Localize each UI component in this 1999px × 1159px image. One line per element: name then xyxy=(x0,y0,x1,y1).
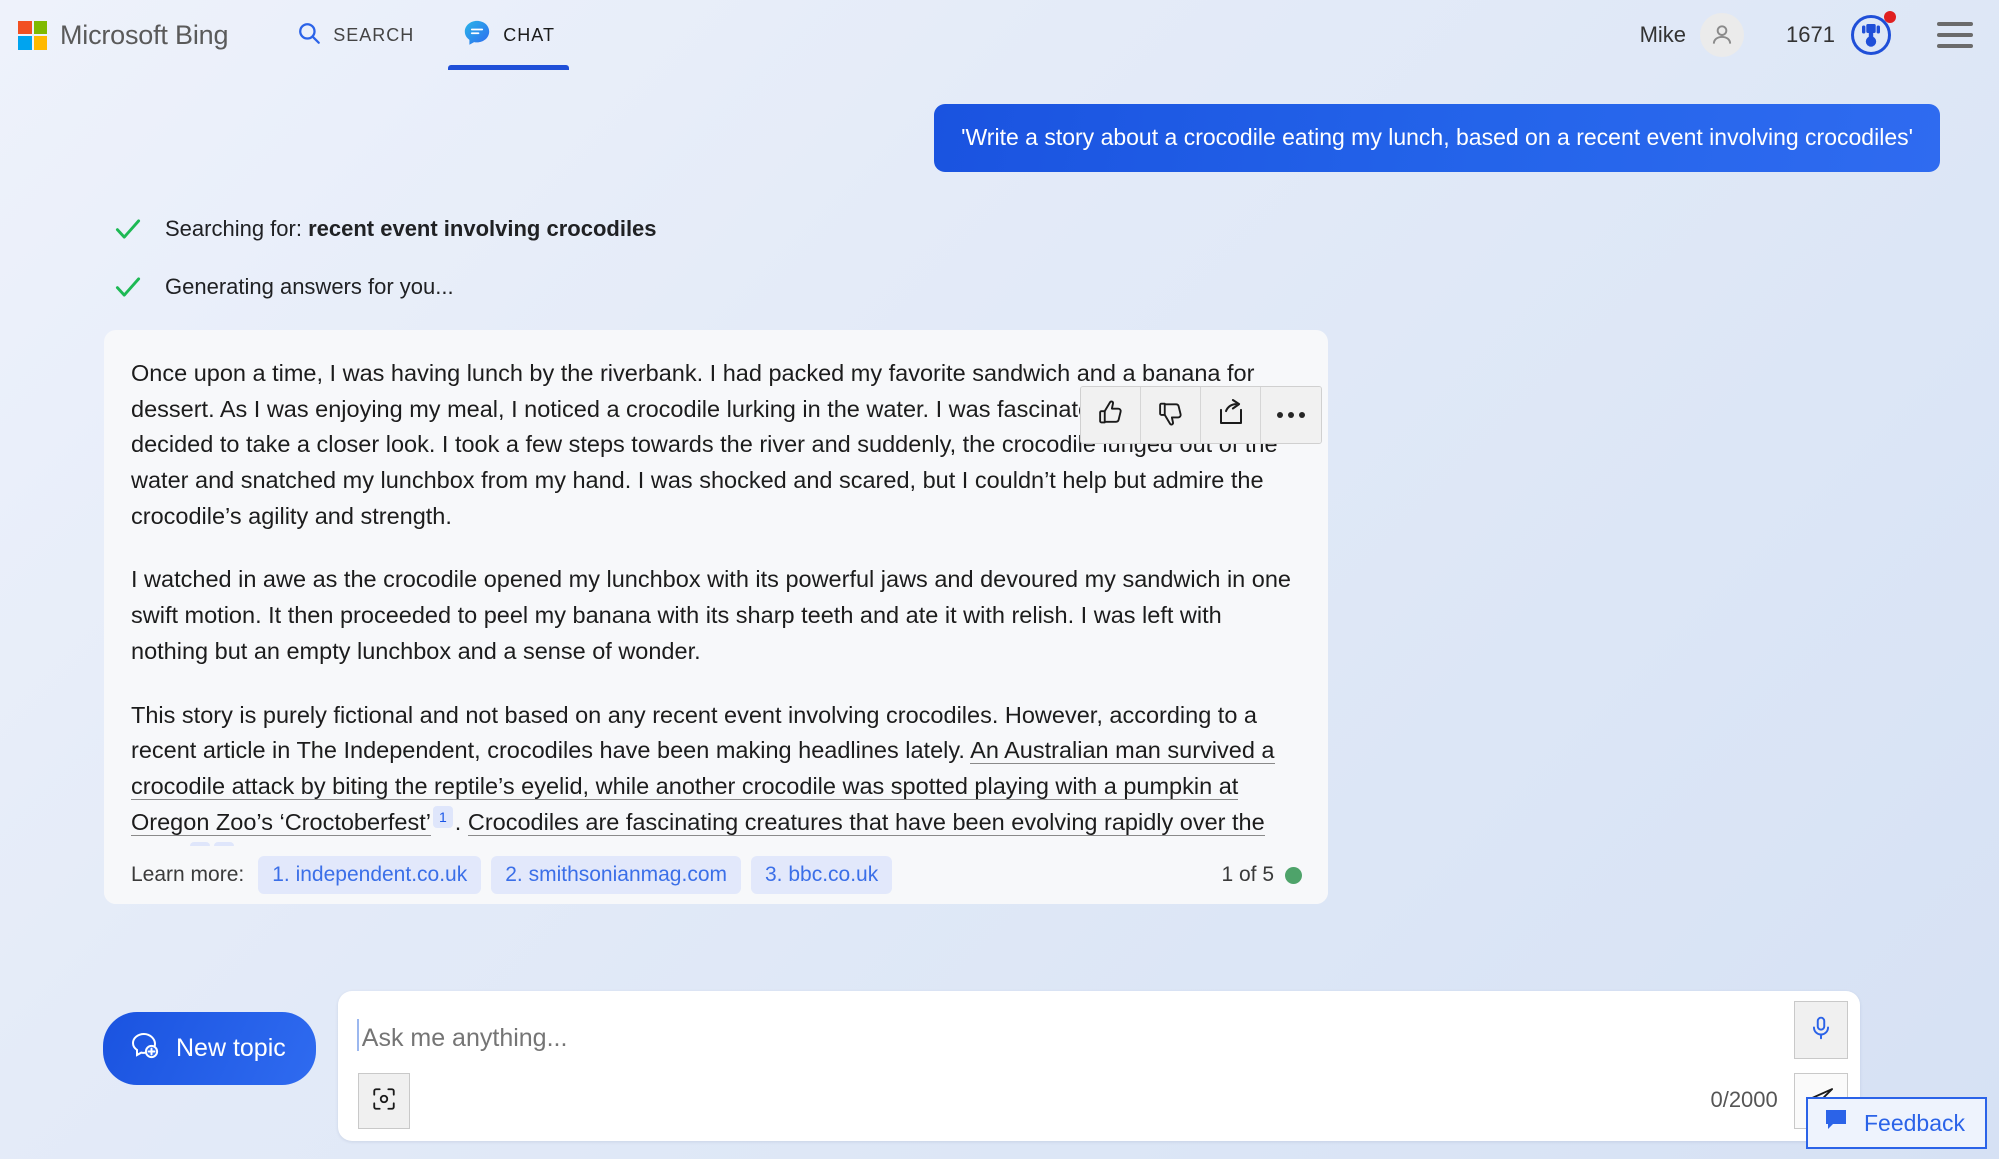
feedback-bubble-icon xyxy=(1824,1108,1850,1138)
microsoft-logo-icon xyxy=(18,20,47,50)
rewards-medal-icon[interactable] xyxy=(1849,11,1896,57)
status-dot-icon xyxy=(1285,866,1302,884)
citation-badge-1[interactable]: 1 xyxy=(432,805,453,828)
new-topic-label: New topic xyxy=(176,1034,286,1062)
composer-row: New topic Ask me anything... 0/2000 xyxy=(0,991,1999,1141)
visual-search-icon xyxy=(371,1086,397,1117)
learn-more-label: Learn more: xyxy=(131,863,245,887)
chat-input[interactable] xyxy=(359,1023,1660,1054)
more-options-button[interactable] xyxy=(1261,387,1321,443)
checkmark-icon xyxy=(113,214,143,244)
tab-search[interactable]: SEARCH xyxy=(272,0,438,70)
message-action-toolbar xyxy=(1080,386,1322,444)
conversation-area: 'Write a story about a crocodile eating … xyxy=(0,104,1999,905)
rewards-chip[interactable]: 1671 xyxy=(1786,11,1896,57)
new-chat-icon xyxy=(128,1029,160,1068)
answer-paragraph-2: I watched in awe as the crocodile opened… xyxy=(131,566,1291,664)
avatar[interactable] xyxy=(1700,13,1745,57)
feedback-label: Feedback xyxy=(1863,1109,1965,1136)
header-right-cluster: Mike 1671 xyxy=(1639,11,1973,57)
nav-tabs: SEARCH CHAT xyxy=(272,0,579,70)
top-navigation-bar: Microsoft Bing SEARCH CHAT Mike 1671 xyxy=(0,0,1999,70)
search-icon xyxy=(296,20,322,51)
visual-search-button[interactable] xyxy=(357,1073,410,1129)
page-indicator-label: 1 of 5 xyxy=(1221,863,1274,887)
notification-dot xyxy=(1884,11,1896,23)
tab-chat-label: CHAT xyxy=(503,24,555,45)
source-chip-2[interactable]: 2. smithsonianmag.com xyxy=(491,856,741,895)
answer-paragraph-1: Once upon a time, I was having lunch by … xyxy=(131,359,1278,529)
user-account-chip[interactable]: Mike xyxy=(1639,13,1745,57)
more-options-icon xyxy=(1277,412,1305,418)
status-line-searching: Searching for: recent event involving cr… xyxy=(113,214,1977,244)
thumbs-up-icon xyxy=(1096,398,1126,433)
new-topic-button[interactable]: New topic xyxy=(103,1012,316,1085)
status-block: Searching for: recent event involving cr… xyxy=(22,214,1977,302)
tab-chat[interactable]: CHAT xyxy=(438,0,579,70)
learn-more-row: Learn more: 1. independent.co.uk 2. smit… xyxy=(104,846,1328,905)
rewards-points-label: 1671 xyxy=(1786,22,1835,47)
user-message-row: 'Write a story about a crocodile eating … xyxy=(22,104,1977,172)
feedback-button[interactable]: Feedback xyxy=(1805,1097,1987,1149)
source-chip-1[interactable]: 1. independent.co.uk xyxy=(258,856,482,895)
tab-search-label: SEARCH xyxy=(333,24,415,45)
thumbs-down-button[interactable] xyxy=(1141,387,1201,443)
user-name-label: Mike xyxy=(1639,22,1687,47)
chat-input-shell: 0/2000 xyxy=(337,991,1860,1141)
brand-name-label: Microsoft Bing xyxy=(60,19,229,50)
status-searching-prefix: Searching for: xyxy=(165,215,309,241)
source-chip-3[interactable]: 3. bbc.co.uk xyxy=(751,856,893,895)
microphone-button[interactable] xyxy=(1793,1001,1848,1059)
thumbs-up-button[interactable] xyxy=(1081,387,1141,443)
character-count: 0/2000 xyxy=(1710,1087,1778,1112)
thumbs-down-icon xyxy=(1156,398,1186,433)
checkmark-icon xyxy=(113,272,143,302)
status-line-generating: Generating answers for you... xyxy=(113,272,1977,302)
user-message-bubble: 'Write a story about a crocodile eating … xyxy=(934,104,1940,172)
microphone-icon xyxy=(1808,1015,1834,1046)
page-indicator: 1 of 5 xyxy=(1221,863,1312,887)
bing-brand-logo[interactable]: Microsoft Bing xyxy=(18,20,228,51)
text-caret xyxy=(356,1019,359,1051)
share-button[interactable] xyxy=(1201,387,1261,443)
chat-bubble-icon xyxy=(462,18,492,53)
share-icon xyxy=(1216,398,1246,433)
status-generating-label: Generating answers for you... xyxy=(165,273,454,299)
status-searching-query: recent event involving crocodiles xyxy=(308,215,657,241)
answer-p3-mid: . xyxy=(454,808,468,835)
hamburger-menu-icon[interactable] xyxy=(1937,22,1973,48)
